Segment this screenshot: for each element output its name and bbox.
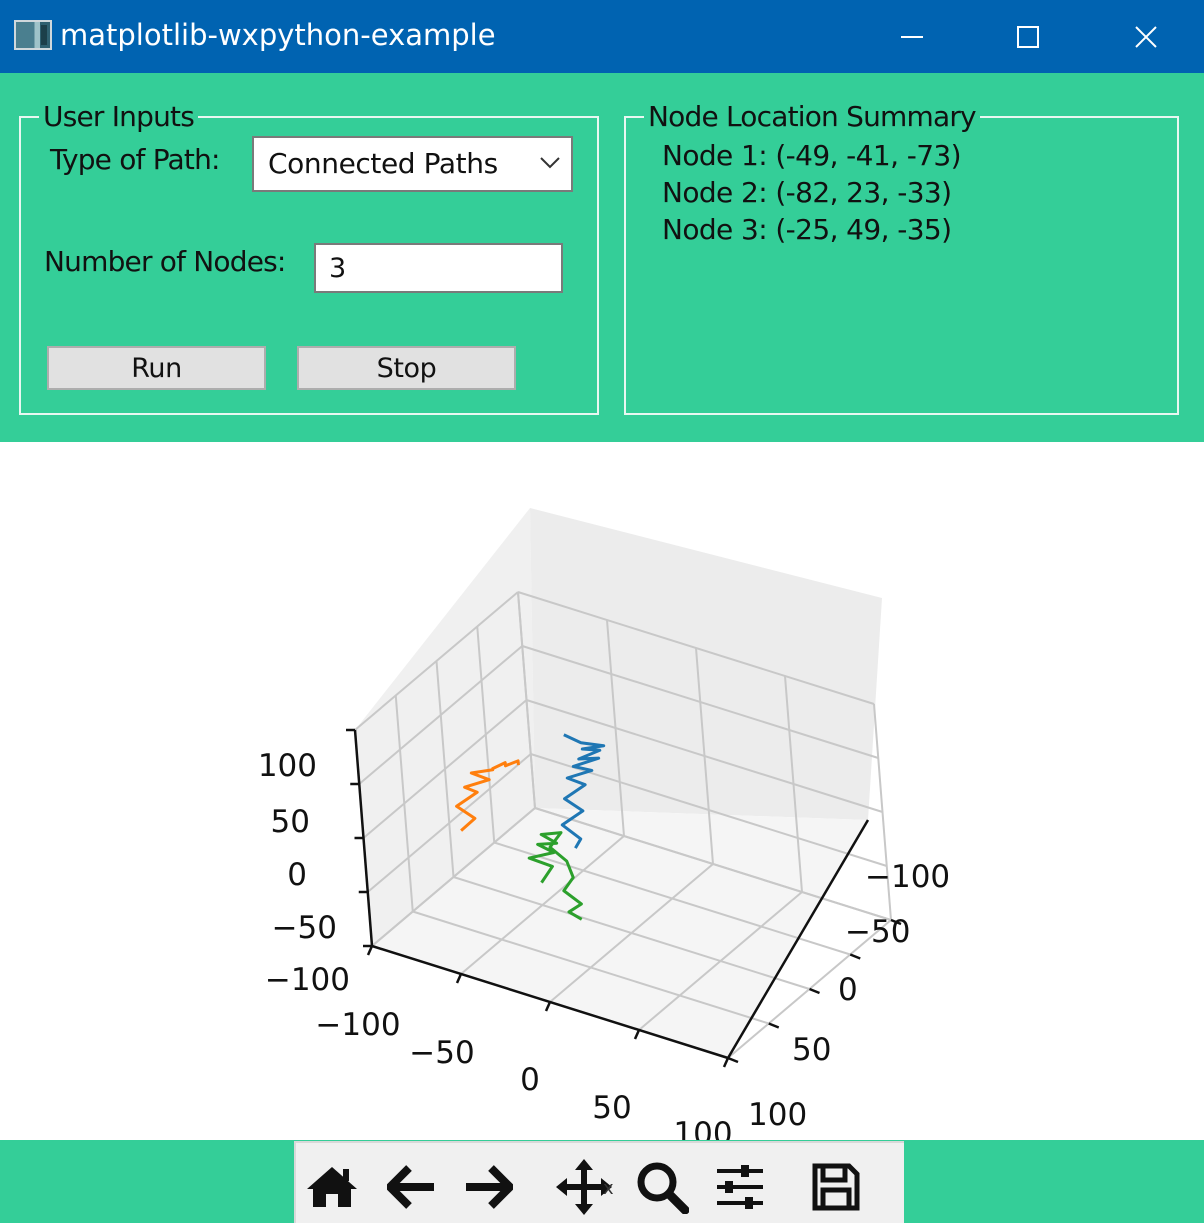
save-button[interactable] xyxy=(806,1157,866,1217)
forward-icon xyxy=(466,1165,513,1209)
configure-subplots-icon xyxy=(717,1165,763,1209)
path-type-value: Connected Paths xyxy=(268,147,498,180)
x-tick-mark xyxy=(544,1001,552,1012)
configure-subplots-button[interactable] xyxy=(710,1157,770,1217)
y-tick-mark xyxy=(849,953,861,960)
plot-canvas[interactable]: 100 50 0 −50 −100 −100 −50 0 50 100 −100… xyxy=(0,442,1204,1140)
back-button[interactable] xyxy=(382,1157,442,1217)
x-tick-label: −50 xyxy=(409,1035,474,1071)
y-tick-mark xyxy=(768,1022,780,1029)
y-tick-mark xyxy=(727,1056,739,1064)
x-tick-label: 50 xyxy=(592,1090,631,1126)
minimize-icon xyxy=(901,35,923,38)
navigation-toolbar xyxy=(294,1141,904,1223)
z-tick-label: 100 xyxy=(258,748,317,784)
path-type-label: Type of Path: xyxy=(50,143,220,176)
x-tick-mark xyxy=(722,1057,730,1068)
y-tick-label: 50 xyxy=(792,1032,831,1068)
zoom-icon xyxy=(637,1162,689,1214)
x-tick-mark xyxy=(366,945,374,956)
nodes-label: Number of Nodes: xyxy=(44,245,286,278)
forward-button[interactable] xyxy=(458,1157,518,1217)
y-tick-label: 0 xyxy=(838,972,858,1008)
z-tick-label: −50 xyxy=(272,910,337,946)
node-summary-line-3: Node 3: (-25, 49, -35) xyxy=(662,213,952,246)
y-tick-label: −50 xyxy=(845,914,910,950)
title-bar[interactable]: matplotlib-wxpython-example xyxy=(0,0,1204,73)
chevron-down-icon xyxy=(540,157,560,169)
x-tick-label: −100 xyxy=(315,1007,400,1043)
user-inputs-legend: User Inputs xyxy=(39,101,199,133)
back-icon xyxy=(387,1165,434,1209)
maximize-button[interactable] xyxy=(970,0,1086,73)
z-tick-label: 0 xyxy=(287,857,307,893)
path-type-dropdown[interactable]: Connected Paths xyxy=(252,136,573,192)
toolbar-overflow[interactable]: x xyxy=(603,1178,614,1199)
3d-plot[interactable]: 100 50 0 −50 −100 −100 −50 0 50 100 −100… xyxy=(0,442,1204,1140)
home-button[interactable] xyxy=(302,1157,362,1217)
node-summary-line-1: Node 1: (-49, -41, -73) xyxy=(662,139,962,172)
maximize-icon xyxy=(1017,25,1039,48)
node-summary-line-2: Node 2: (-82, 23, -33) xyxy=(662,176,952,209)
stop-button[interactable]: Stop xyxy=(297,346,516,390)
z-tick-label: −100 xyxy=(265,962,350,998)
y-tick-label: −100 xyxy=(865,859,950,895)
y-tick-mark xyxy=(809,987,820,995)
close-button[interactable] xyxy=(1088,0,1204,73)
home-icon xyxy=(307,1167,357,1207)
save-icon xyxy=(812,1163,860,1211)
x-tick-label: 100 xyxy=(673,1116,732,1140)
run-button[interactable]: Run xyxy=(47,346,266,390)
window-title: matplotlib-wxpython-example xyxy=(60,18,496,52)
zoom-button[interactable] xyxy=(632,1157,692,1217)
x-tick-mark xyxy=(455,973,463,984)
x-tick-mark xyxy=(633,1029,641,1040)
y-tick-label: 100 xyxy=(748,1097,807,1133)
minimize-button[interactable] xyxy=(854,0,970,73)
node-summary-legend: Node Location Summary xyxy=(644,101,980,133)
close-icon xyxy=(1135,25,1157,48)
app-icon xyxy=(14,20,52,50)
x-tick-label: 0 xyxy=(520,1062,540,1098)
nodes-input[interactable] xyxy=(314,243,563,293)
z-tick-label: 50 xyxy=(271,804,310,840)
